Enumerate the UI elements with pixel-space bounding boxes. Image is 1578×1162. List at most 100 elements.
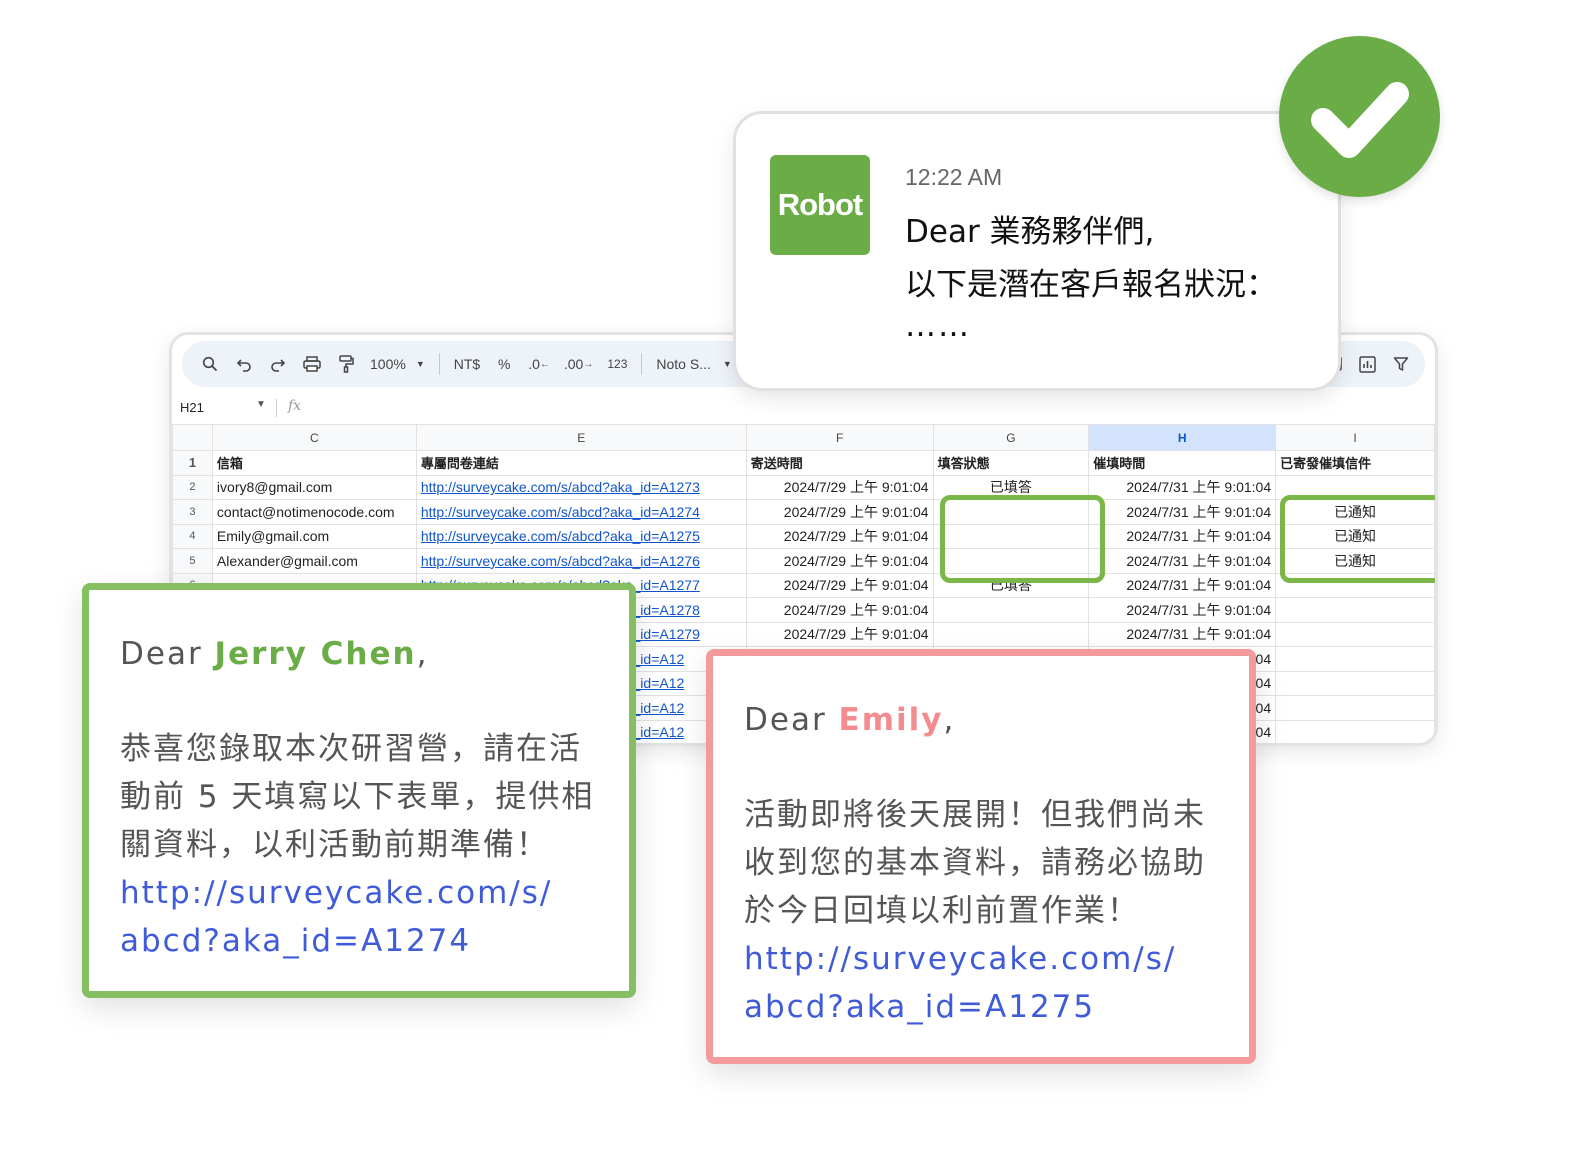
table-cell[interactable]: 2024/7/29 上午 9:01:04 [745, 597, 934, 623]
table-cell[interactable]: 2024/7/31 上午 9:01:04 [1088, 499, 1277, 525]
email-card-accepted: Dear Jerry Chen, 恭喜您錄取本次研習營，請在活 動前 5 天填寫… [82, 583, 636, 998]
table-cell[interactable]: 2024/7/29 上午 9:01:04 [745, 474, 934, 500]
chevron-down-icon: ▼ [722, 359, 732, 369]
table-cell[interactable]: contact@notimenocode.com [211, 499, 417, 525]
robot-logo: Robot [770, 155, 870, 255]
table-cell[interactable] [1275, 621, 1435, 647]
survey-link-cell[interactable]: http://surveycake.com/s/abcd?aka_id=A127… [415, 499, 747, 525]
email-body-line: 動前 5 天填寫以下表單，提供相 [120, 779, 595, 815]
table-cell[interactable]: 專屬問卷連結 [415, 450, 747, 476]
email-body-line: 活動即將後天展開！但我們尚未 [744, 797, 1206, 833]
table-cell[interactable] [1275, 695, 1435, 721]
fx-icon: fx [288, 398, 302, 414]
table-cell[interactable]: Emily@gmail.com [211, 523, 417, 549]
table-cell[interactable] [1275, 646, 1435, 672]
row-number[interactable]: 5 [172, 548, 213, 574]
undo-icon[interactable] [234, 352, 254, 376]
table-row: 3 contact@notimenocode.com http://surveyca… [172, 499, 1435, 525]
table-cell[interactable]: 2024/7/31 上午 9:01:04 [1088, 621, 1277, 647]
email-greeting: Dear Jerry Chen, [120, 630, 428, 678]
row-number[interactable]: 4 [172, 523, 213, 549]
percent-format-button[interactable]: % [494, 352, 514, 376]
corner-cell[interactable] [172, 424, 213, 451]
survey-link[interactable]: http://surveycake.com/s/ [120, 869, 620, 917]
redo-icon[interactable] [268, 352, 288, 376]
greeting-prefix: Dear [120, 636, 215, 672]
font-select[interactable]: Noto S... ▼ [656, 352, 731, 376]
table-cell[interactable]: 2024/7/31 上午 9:01:04 [1088, 597, 1277, 623]
column-header-f[interactable]: F [745, 424, 934, 451]
message-time: 12:22 AM [905, 164, 1003, 190]
increase-decimal-label: .00 [563, 356, 584, 372]
survey-link[interactable]: abcd?aka_id=A1275 [744, 983, 1244, 1031]
survey-link[interactable]: abcd?aka_id=A1274 [120, 917, 620, 965]
email-greeting: Dear Emily, [744, 696, 955, 744]
increase-decimal-button[interactable]: .00 → [564, 352, 593, 376]
decrease-decimal-label: .0 [528, 356, 540, 372]
table-cell[interactable]: 2024/7/31 上午 9:01:04 [1088, 572, 1277, 598]
email-body-line: 於今日回填以利前置作業！ [744, 893, 1140, 929]
table-cell[interactable]: 2024/7/29 上午 9:01:04 [745, 621, 934, 647]
table-cell[interactable]: 填答狀態 [932, 450, 1090, 476]
notified-highlight-box [1280, 495, 1435, 583]
survey-link-cell[interactable]: http://surveycake.com/s/abcd?aka_id=A127… [415, 523, 747, 549]
row-number[interactable]: 1 [172, 450, 213, 476]
print-icon[interactable] [302, 352, 322, 376]
column-header-c[interactable]: C [211, 424, 417, 451]
table-cell[interactable]: 2024/7/31 上午 9:01:04 [1088, 548, 1277, 574]
table-cell[interactable]: Alexander@gmail.com [211, 548, 417, 574]
table-cell[interactable]: 2024/7/29 上午 9:01:04 [745, 548, 934, 574]
arrow-right-icon: → [583, 358, 594, 370]
survey-link-cell[interactable]: http://surveycake.com/s/abcd?aka_id=A127… [415, 548, 747, 574]
column-header-e[interactable]: E [415, 424, 747, 451]
table-cell[interactable]: 2024/7/29 上午 9:01:04 [745, 523, 934, 549]
arrow-left-icon: ← [539, 358, 550, 370]
table-cell[interactable] [932, 597, 1090, 623]
table-cell[interactable]: 催填時間 [1088, 450, 1277, 476]
message-line: …… [905, 308, 971, 344]
currency-format-button[interactable]: NT$ [454, 352, 480, 376]
row-number[interactable]: 3 [172, 499, 213, 525]
table-cell[interactable]: 已寄發催填信件 [1275, 450, 1435, 476]
email-body-line: 收到您的基本資料，請務必協助 [744, 845, 1206, 881]
formula-divider [276, 399, 277, 417]
table-cell[interactable]: 2024/7/29 上午 9:01:04 [745, 572, 934, 598]
email-body-line: 關資料，以利活動前期準備！ [120, 827, 549, 863]
table-cell[interactable]: 寄送時間 [745, 450, 934, 476]
table-row: 5 Alexander@gmail.com http://surveycake.co… [172, 548, 1435, 574]
search-icon[interactable] [200, 352, 220, 376]
insert-chart-icon[interactable] [1357, 352, 1377, 376]
zoom-select[interactable]: 100% ▼ [370, 352, 425, 376]
survey-link-cell[interactable]: http://surveycake.com/s/abcd?aka_id=A127… [415, 474, 747, 500]
status-highlight-box [940, 495, 1105, 583]
name-box[interactable]: H21 [180, 400, 204, 415]
number-format-button[interactable]: 123 [607, 352, 627, 376]
greeting-suffix: , [943, 702, 956, 738]
table-cell[interactable]: 2024/7/29 上午 9:01:04 [745, 499, 934, 525]
table-cell[interactable]: 信箱 [211, 450, 417, 476]
table-cell[interactable] [1275, 719, 1435, 743]
column-header-g[interactable]: G [932, 424, 1090, 451]
column-header-i[interactable]: I [1275, 424, 1435, 451]
chevron-down-icon[interactable]: ▼ [256, 399, 266, 410]
filter-icon[interactable] [1391, 352, 1411, 376]
paint-format-icon[interactable] [336, 352, 356, 376]
recipient-name: Emily [838, 702, 944, 738]
table-cell[interactable]: 2024/7/31 上午 9:01:04 [1088, 523, 1277, 549]
message-line: 以下是潛在客戶報名狀況： [905, 267, 1277, 303]
column-header-row: C E F G H I [172, 424, 1435, 451]
survey-link[interactable]: http://surveycake.com/s/ [744, 935, 1244, 983]
email-body: 活動即將後天展開！但我們尚未 收到您的基本資料，請務必協助 於今日回填以利前置作… [744, 791, 1244, 1031]
table-cell[interactable] [1275, 670, 1435, 696]
zoom-value: 100% [370, 356, 406, 372]
table-cell[interactable] [1275, 597, 1435, 623]
table-cell[interactable] [932, 621, 1090, 647]
table-row: 1 信箱 專屬問卷連結 寄送時間 填答狀態 催填時間 已寄發催填信件 [172, 450, 1435, 476]
table-row: 2 ivory8@gmail.com http://surveycake.com/s… [172, 474, 1435, 500]
row-number[interactable]: 2 [172, 474, 213, 500]
table-cell[interactable]: ivory8@gmail.com [211, 474, 417, 500]
column-header-h[interactable]: H [1088, 424, 1277, 451]
decrease-decimal-button[interactable]: .0 ← [528, 352, 550, 376]
email-body-line: 恭喜您錄取本次研習營，請在活 [120, 731, 582, 767]
table-cell[interactable]: 2024/7/31 上午 9:01:04 [1088, 474, 1277, 500]
